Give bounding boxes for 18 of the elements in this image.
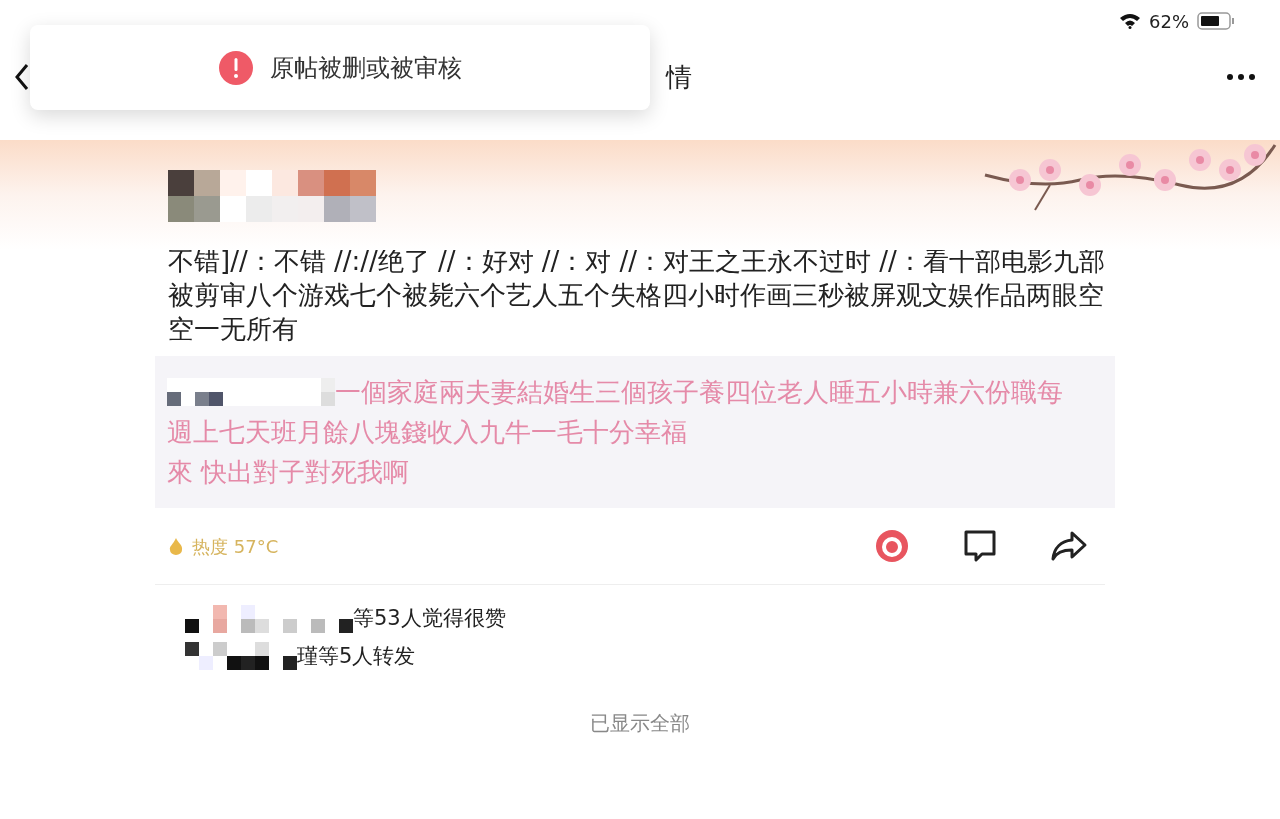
post-text: 不错]//：不错 //://绝了 //：好对 //：对 //：对王之王永不过时 //：看十部电影九部被剪审八个游戏七个被毙六个艺人五个失格四小时作画三秒被屏观文娱作品两眼空空一无所有 — [168, 245, 1106, 346]
quoted-text: 週上七天班月餘八塊錢收入九牛一毛十分幸福 — [167, 416, 687, 449]
warning-icon — [218, 49, 254, 86]
more-icon[interactable] — [1226, 73, 1256, 81]
end-of-list-text: 已显示全部 — [589, 710, 691, 737]
quoted-text: 來 快出對子對死我啊 — [167, 456, 410, 489]
toast-message: 原帖被删或被审核 — [270, 52, 462, 84]
likes-text[interactable]: 等53人觉得很赞 — [353, 603, 506, 635]
quoted-text: 一個家庭兩夫妻結婚生三個孩子養四位老人睡五小時兼六份職每 — [335, 376, 1063, 409]
reposts-text[interactable]: 瑾等5人转发 — [297, 640, 416, 672]
heat-label: 热度 57°C — [192, 534, 279, 559]
battery-icon — [1197, 11, 1235, 31]
back-icon[interactable] — [14, 63, 30, 91]
comment-icon[interactable] — [962, 529, 998, 563]
wifi-icon — [1119, 13, 1141, 29]
battery-percent: 62% — [1149, 9, 1189, 34]
share-icon[interactable] — [1050, 530, 1088, 562]
page-title: 情 — [666, 60, 692, 94]
